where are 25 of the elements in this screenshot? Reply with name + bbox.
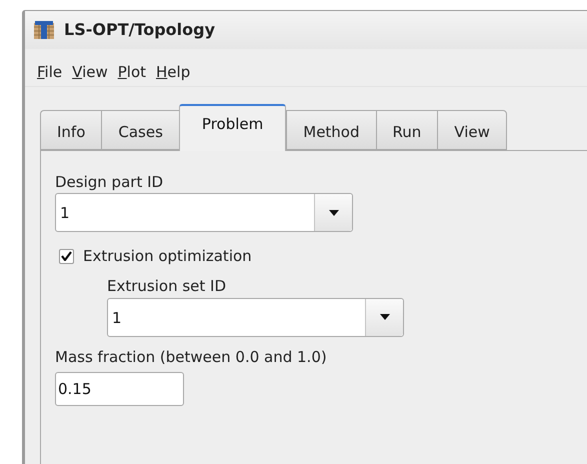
checkbox[interactable] bbox=[59, 248, 74, 264]
checkbox-label: Extrusion optimization bbox=[83, 246, 252, 267]
caret-icon bbox=[380, 314, 390, 320]
menu-item[interactable]: Help bbox=[156, 61, 190, 84]
menu-item[interactable]: File bbox=[37, 61, 62, 84]
dropdown-value: 1 bbox=[111, 308, 123, 328]
tab[interactable]: Problem bbox=[178, 104, 286, 151]
tab[interactable]: Method bbox=[286, 110, 376, 150]
menu-item[interactable]: View bbox=[72, 61, 108, 84]
dropdown[interactable]: 1 bbox=[107, 298, 404, 336]
field-label: Mass fraction (between 0.0 and 1.0) bbox=[55, 346, 328, 368]
tab[interactable]: Run bbox=[376, 110, 438, 150]
dropdown-value: 1 bbox=[59, 203, 71, 224]
check-icon bbox=[61, 251, 72, 262]
tab[interactable]: Cases bbox=[101, 110, 179, 150]
menu-item[interactable]: Plot bbox=[118, 61, 146, 84]
dropdown[interactable]: 1 bbox=[55, 193, 353, 232]
app-icon bbox=[33, 20, 55, 40]
caret-icon bbox=[328, 210, 338, 216]
window-title: LS-OPT/Topology bbox=[64, 19, 216, 41]
field-label: Extrusion set ID bbox=[107, 276, 228, 296]
tab[interactable]: View bbox=[437, 110, 507, 150]
input-field[interactable]: 0.15 bbox=[55, 372, 184, 406]
tab[interactable]: Info bbox=[40, 110, 102, 150]
field-label: Design part ID bbox=[55, 172, 164, 193]
